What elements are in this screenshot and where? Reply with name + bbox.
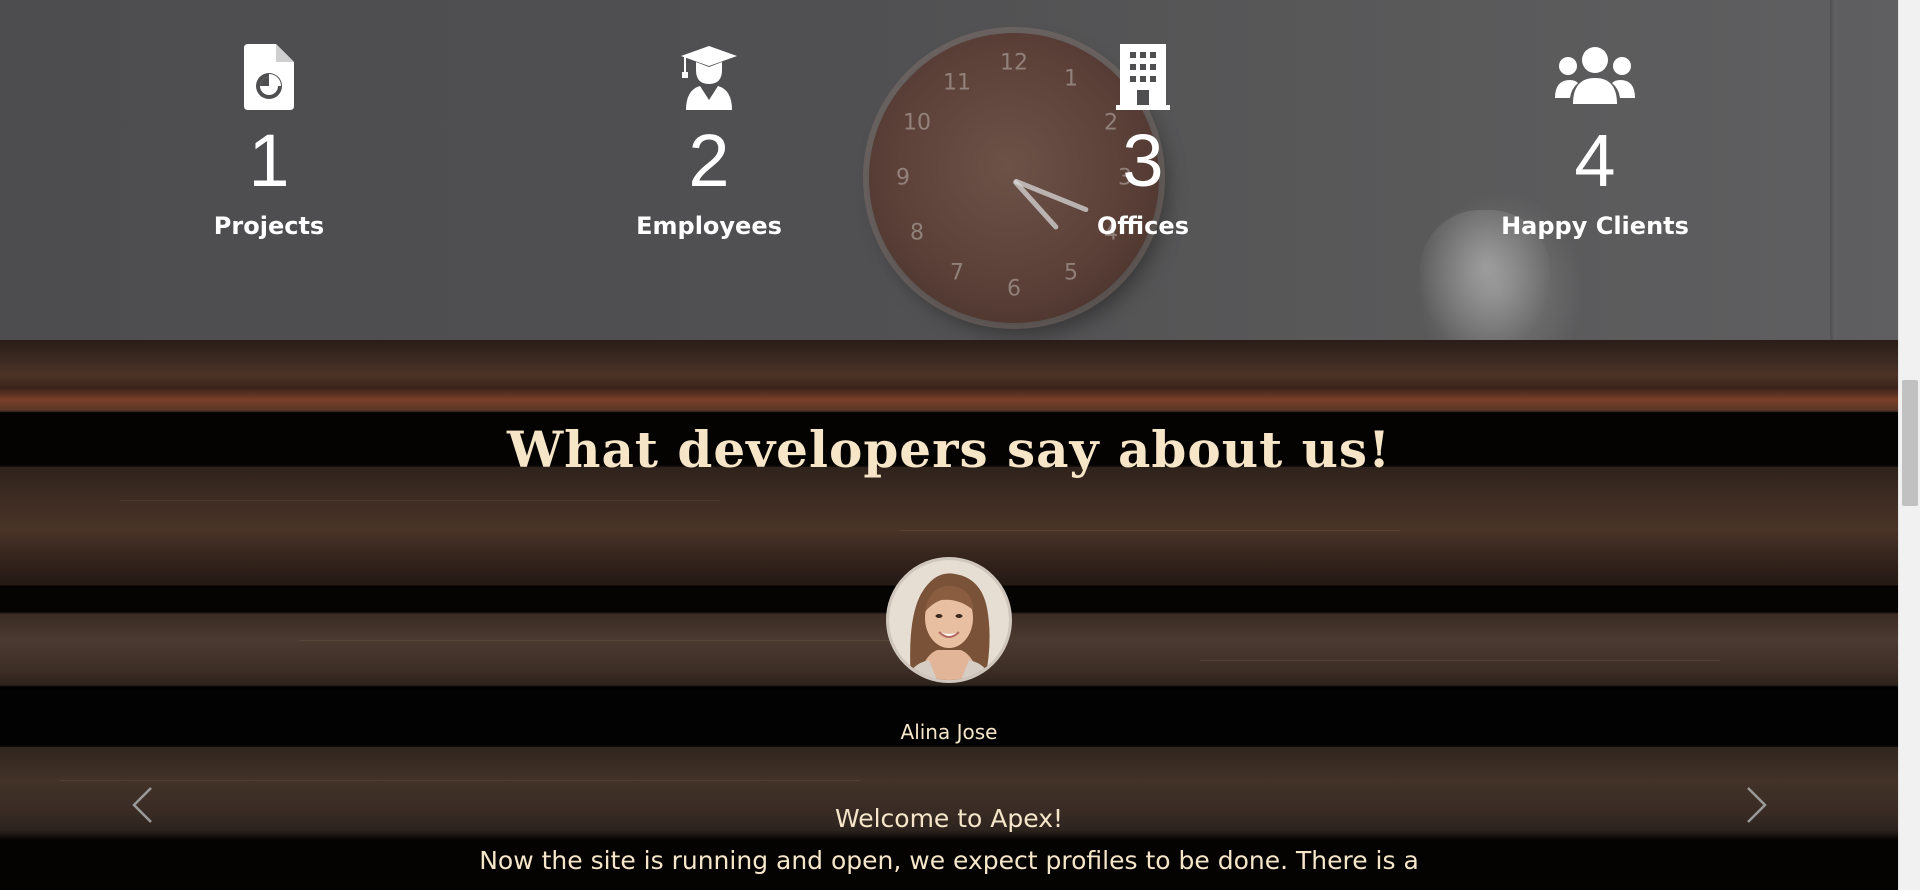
stat-number: 3 <box>1122 119 1164 202</box>
stat-label: Employees <box>636 212 782 240</box>
building-icon <box>1043 44 1243 112</box>
stat-label: Happy Clients <box>1501 212 1689 240</box>
avatar <box>886 557 1012 683</box>
section-title: What developers say about us! <box>506 420 1392 479</box>
file-chart-icon <box>169 44 369 112</box>
stat-projects: 1 Projects <box>169 44 369 240</box>
stat-number: 1 <box>248 119 290 202</box>
testimonial-greeting: Welcome to Apex! <box>834 804 1064 833</box>
stat-employees: 2 Employees <box>609 44 809 240</box>
stat-label: Projects <box>213 212 325 240</box>
stat-number: 2 <box>688 119 730 202</box>
users-icon <box>1495 44 1695 112</box>
page-scrollbar[interactable] <box>1898 0 1920 890</box>
testimonials-section: What developers say about us! Alina Jose… <box>0 340 1898 890</box>
stat-offices: 3 Offices <box>1043 44 1243 240</box>
testimonial-text: Now the site is running and open, we exp… <box>479 846 1419 875</box>
scrollbar-thumb[interactable] <box>1902 380 1918 506</box>
stat-number: 4 <box>1574 119 1616 202</box>
graduate-icon <box>609 44 809 112</box>
author-name: Alina Jose <box>900 720 998 744</box>
stat-happy-clients: 4 Happy Clients <box>1495 44 1695 240</box>
stats-section: 12 1 2 3 4 5 6 7 8 9 10 11 1 Projects 2 … <box>0 0 1898 340</box>
stat-label: Offices <box>1097 212 1189 240</box>
